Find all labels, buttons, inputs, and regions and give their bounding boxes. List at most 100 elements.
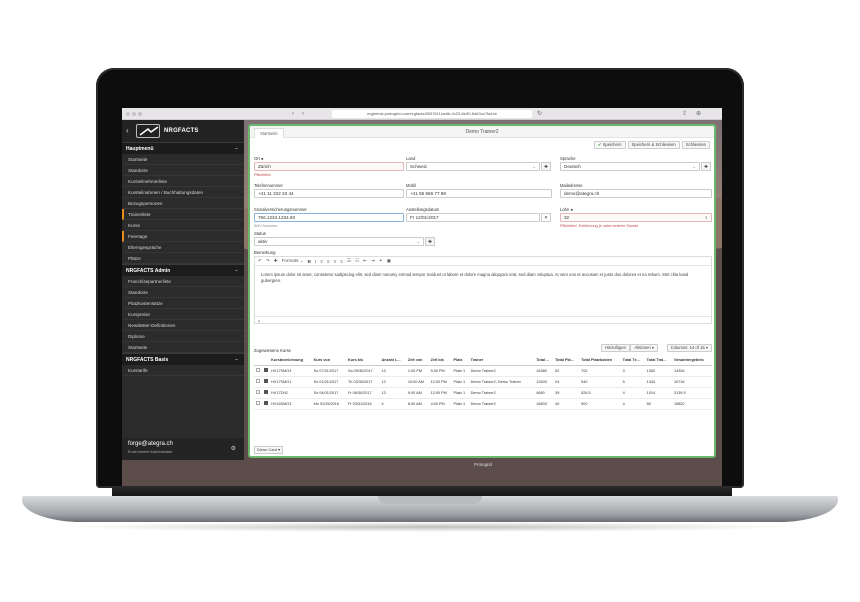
back-icon[interactable]: ‹ (292, 110, 294, 118)
column-header[interactable] (254, 356, 262, 366)
sidebar-item[interactable]: Feiertage (122, 231, 244, 242)
insert-icon[interactable]: ✚ (274, 258, 278, 264)
numbered-list-icon[interactable]: ☷ (355, 258, 359, 264)
align-justify-icon[interactable]: ≡ (340, 259, 343, 264)
bemerkung-editor[interactable]: ↶ ↷ ✚ Formats ⌄ B I ≡ ≡ ≡ ≡ ☰ ☷ ⇤ ⇥ ⚭ ▣ … (254, 256, 712, 324)
mail-field[interactable]: demo@ategra.ch (560, 189, 712, 198)
close-button[interactable]: Schliessen (681, 141, 710, 149)
sidebar-item[interactable]: Kurspreise (122, 309, 244, 320)
table-row[interactable]: HV17SMO1 So 01/01/2017 Th 03/30/2017 12 10:0… (254, 376, 712, 388)
user-panel[interactable]: forge@ategra.ch Environment Administrato… (122, 438, 244, 460)
sidebar-item[interactable]: Trainerliste (122, 209, 244, 220)
redo-icon[interactable]: ↷ (266, 258, 270, 264)
add-course-button[interactable]: Hinzufügen (600, 344, 630, 352)
address-bar[interactable]: nrgbemis.protogrid.com/nrgfacts/853761f-… (332, 110, 532, 118)
outdent-icon[interactable]: ⇤ (363, 258, 367, 264)
bold-icon[interactable]: B (308, 259, 311, 264)
lohn-stepper[interactable]: 32 ⇕ (560, 213, 712, 222)
sidebar-item[interactable]: Standorte (122, 165, 244, 176)
window-close-button[interactable] (126, 112, 130, 116)
column-header[interactable]: Total Pla... (553, 356, 580, 366)
column-header[interactable]: Total ... (534, 356, 554, 366)
column-header[interactable] (261, 356, 270, 366)
column-header[interactable]: Total Trai... (644, 356, 672, 366)
sidebar-item[interactable]: Diplome (122, 331, 244, 342)
tabs-icon[interactable]: ⊕ (696, 110, 701, 118)
sprache-add-button[interactable]: ✚ (701, 162, 711, 171)
sidebar-item[interactable]: Kurstarife (122, 365, 244, 376)
link-icon[interactable]: ⚭ (379, 258, 383, 264)
sidebar-item[interactable]: Newsletter-Definitionen (122, 320, 244, 331)
table-row[interactable]: HV16SMO3 Mo 01/25/2016 Fr 03/31/2016 4 8:00 … (254, 398, 712, 410)
column-header[interactable]: Zeit bis (428, 356, 452, 366)
save-close-button[interactable]: Speichern & Schliessen (627, 141, 680, 149)
align-right-icon[interactable]: ≡ (334, 259, 337, 264)
window-minimize-button[interactable] (132, 112, 136, 116)
status-select[interactable]: aktiv ⌄ (254, 237, 424, 246)
land-add-button[interactable]: ✚ (541, 162, 551, 171)
row-checkbox[interactable] (256, 368, 260, 372)
sidebar-section-header[interactable]: NRGFACTS Basis − (122, 353, 244, 365)
sidebar-item[interactable]: Kursteilnehmerliste (122, 176, 244, 187)
column-header[interactable]: Platz (451, 356, 469, 366)
align-left-icon[interactable]: ≡ (320, 259, 323, 264)
open-record-icon[interactable] (263, 390, 268, 394)
sidebar-section-header[interactable]: Hauptmenü − (122, 142, 244, 154)
columns-dropdown[interactable]: Columns: 14 of 15 ▾ (666, 344, 712, 352)
clear-date-icon[interactable]: ✕ (541, 213, 551, 222)
column-header[interactable]: Anzahl L... (379, 356, 406, 366)
column-header[interactable]: Trainer (468, 356, 535, 366)
open-record-icon[interactable] (263, 379, 268, 383)
sidebar-item[interactable]: Startseite (122, 154, 244, 165)
anstellung-date-field[interactable]: Fr 12/01/2017 (406, 213, 540, 222)
card-view-dropdown[interactable]: Diese Card ▾ (254, 446, 284, 454)
row-checkbox[interactable] (256, 401, 260, 405)
formats-dropdown[interactable]: Formats ⌄ (282, 258, 304, 264)
sidebar-item[interactable]: Standorte (122, 287, 244, 298)
save-button[interactable]: ✔ Speichern (593, 141, 626, 149)
window-zoom-button[interactable] (138, 112, 142, 116)
sidebar-item[interactable]: Kurse (122, 220, 244, 231)
column-header[interactable]: Kurs von (311, 356, 346, 366)
column-header[interactable]: Gesamtergebnis (671, 356, 712, 366)
sidebar-item[interactable]: Franchisepartnerliste (122, 276, 244, 287)
sidebar-item[interactable]: Plätze (122, 253, 244, 264)
bullet-list-icon[interactable]: ☰ (347, 258, 351, 264)
share-icon[interactable]: ⇪ (682, 110, 687, 118)
table-row[interactable]: HV17SMO3 So 07/01/2017 Sa 09/30/2017 13 1:00… (254, 365, 712, 377)
table-row[interactable]: HV17ZH2 So 04/01/2017 Fr 06/30/2017 13 9:00 … (254, 387, 712, 399)
actions-dropdown[interactable]: Aktionen ▾ (630, 344, 658, 352)
row-checkbox[interactable] (256, 379, 260, 383)
indent-icon[interactable]: ⇥ (371, 258, 375, 264)
ahv-field[interactable]: 756.1234.1234.60 (254, 213, 404, 222)
forward-icon[interactable]: › (302, 110, 304, 118)
column-header[interactable]: Kurs bis (345, 356, 380, 366)
sprache-select[interactable]: Deutsch ⌄ (560, 162, 700, 171)
row-checkbox[interactable] (256, 390, 260, 394)
sidebar-item[interactable]: Startseite (122, 342, 244, 353)
gear-icon[interactable]: ⚙ (231, 445, 236, 452)
ort-field[interactable]: Zürich (254, 162, 404, 171)
land-select[interactable]: Schweiz ⌄ (406, 162, 540, 171)
image-icon[interactable]: ▣ (387, 258, 391, 264)
sidebar-item[interactable]: Platzkostensätze (122, 298, 244, 309)
align-center-icon[interactable]: ≡ (327, 259, 330, 264)
sidebar-item[interactable]: Elterngespräche (122, 242, 244, 253)
collapse-icon[interactable]: − (235, 265, 238, 277)
reload-icon[interactable]: ↻ (537, 110, 542, 118)
sidebar-item[interactable]: Kursteilnahmen / Buchhaltungsdaten (122, 187, 244, 198)
sidebar-item[interactable]: Bezugspersonen (122, 198, 244, 209)
undo-icon[interactable]: ↶ (258, 258, 262, 264)
stepper-icon[interactable]: ⇕ (705, 214, 708, 221)
editor-content[interactable]: Lorem ipsum dolor sit amet, consetetur s… (255, 266, 711, 284)
collapse-icon[interactable]: − (235, 354, 238, 366)
sidebar-section-header[interactable]: NRGFACTS Admin − (122, 264, 244, 276)
column-header[interactable]: Zeit von (405, 356, 429, 366)
open-record-icon[interactable] (263, 368, 268, 372)
italic-icon[interactable]: I (315, 259, 316, 264)
column-header[interactable]: Total Platzkosten (579, 356, 621, 366)
open-record-icon[interactable] (263, 401, 268, 405)
mobil-field[interactable]: +41 55 666 77 88 (406, 189, 552, 198)
telefon-field[interactable]: +41 11 222 33 44 (254, 189, 404, 198)
collapse-sidebar-icon[interactable]: ‹ (126, 126, 129, 135)
